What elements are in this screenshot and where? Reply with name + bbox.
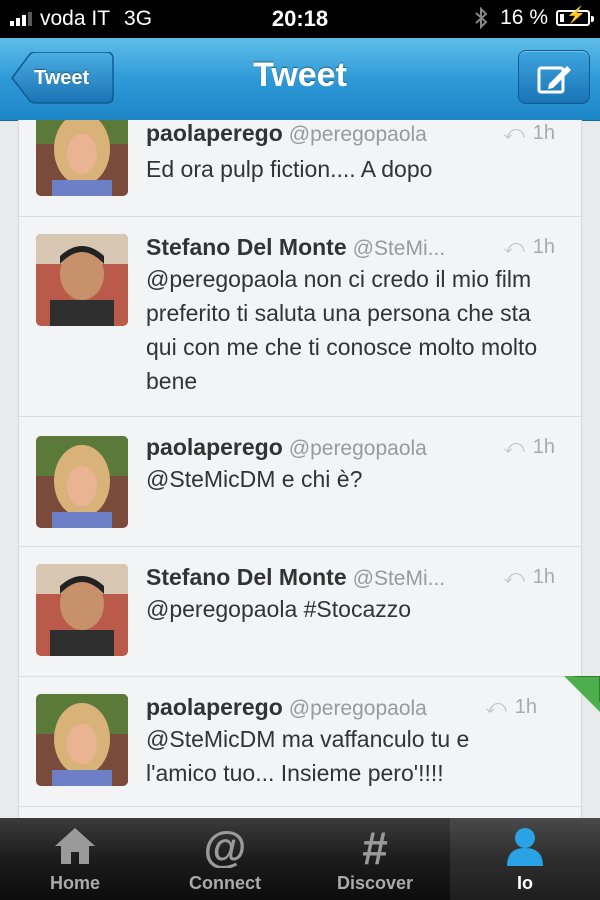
tab-bar: Home @ Connect # Discover Io [0, 818, 600, 900]
tweet-author[interactable]: paolaperego @peregopaola [146, 694, 427, 721]
tweet-author[interactable]: paolaperego @peregopaola [146, 434, 427, 461]
tweet-meta: ⤺ 1h [503, 566, 555, 589]
tweet-row[interactable]: paolaperego @peregopaola ⤺ 1h Ed ora pulp … [19, 120, 581, 217]
status-bar: voda IT 3G 20:18 16 % ⚡ [0, 0, 600, 38]
avatar[interactable] [36, 564, 128, 656]
tweet-text: @peregopaola #Stocazzo [146, 596, 412, 622]
tweet-time: 1h [532, 122, 555, 144]
svg-text:@: @ [204, 824, 247, 868]
tweet-text: Ed ora pulp fiction.... A dopo [146, 156, 433, 182]
tweet-handle: @peregopaola [288, 437, 427, 460]
tweet-time: 1h [532, 236, 555, 258]
bluetooth-icon [475, 7, 488, 29]
tweet-row[interactable]: paolaperego @peregopaola ⤺ 1h @SteMicDM ma… [19, 676, 581, 807]
reply-icon[interactable]: ⤺ [503, 436, 524, 459]
reply-icon[interactable]: ⤺ [503, 236, 524, 259]
tweet-meta: ⤺ 1h [503, 236, 555, 259]
tweet-handle: @peregopaola [288, 123, 427, 146]
svg-text:#: # [362, 824, 388, 868]
tab-label: Io [517, 873, 533, 893]
reply-icon[interactable]: ⤺ [485, 696, 506, 719]
tweet-text: @SteMicDM e chi è? [146, 466, 363, 492]
tab-label: Home [49, 873, 100, 893]
home-icon [55, 828, 95, 864]
tweet-meta: ⤺ 1h [485, 696, 537, 719]
tab-label: Discover [336, 873, 414, 893]
reply-icon[interactable]: ⤺ [503, 122, 524, 145]
retweet-corner-icon [564, 676, 600, 712]
tab-connect[interactable]: @ Connect [150, 818, 300, 900]
tweet-row[interactable]: paolaperego @peregopaola ⤺ 1h @SteMicDM e … [19, 416, 581, 547]
tweet-author[interactable]: paolaperego @peregopaola [146, 120, 427, 147]
tweet-timeline[interactable]: paolaperego @peregopaola ⤺ 1h Ed ora pulp … [18, 120, 582, 820]
compose-button[interactable] [518, 50, 590, 104]
tweet-text: @peregopaola non ci credo il mio film pr… [146, 266, 538, 394]
reply-icon[interactable]: ⤺ [503, 566, 524, 589]
battery-percent: 16 % [500, 6, 548, 29]
at-icon: @ [204, 824, 247, 868]
tweet-handle: @SteMi... [352, 567, 446, 590]
avatar[interactable] [36, 234, 128, 326]
tweet-row[interactable]: Stefano Del Monte @SteMi... ⤺ 1h @peregopa… [19, 216, 581, 417]
tab-discover[interactable]: # Discover [300, 818, 450, 900]
tweet-handle: @SteMi... [352, 237, 446, 260]
tab-label: Connect [189, 873, 261, 893]
tab-io[interactable]: Io [450, 818, 600, 900]
tweet-time: 1h [514, 696, 537, 718]
tweet-time: 1h [532, 436, 555, 458]
tweet-meta: ⤺ 1h [503, 436, 555, 459]
battery-icon: ⚡ [556, 8, 594, 26]
person-icon [507, 828, 543, 866]
tab-home[interactable]: Home [0, 818, 150, 900]
tweet-time: 1h [532, 566, 555, 588]
tweet-meta: ⤺ 1h [503, 122, 555, 145]
avatar[interactable] [36, 120, 128, 196]
avatar[interactable] [36, 694, 128, 786]
tweet-row[interactable]: Stefano Del Monte @SteMi... ⤺ 1h @peregopa… [19, 546, 581, 677]
tweet-text: @SteMicDM ma vaffanculo tu e l'amico tuo… [146, 726, 470, 786]
page-title: Tweet [253, 56, 347, 94]
tweet-author[interactable]: Stefano Del Monte @SteMi... [146, 234, 445, 261]
avatar[interactable] [36, 436, 128, 528]
hash-icon: # [362, 824, 388, 868]
tweet-handle: @peregopaola [288, 697, 427, 720]
compose-icon [537, 66, 571, 94]
tweet-author[interactable]: Stefano Del Monte @SteMi... [146, 564, 445, 591]
navigation-bar: Tweet Tweet [0, 38, 600, 121]
